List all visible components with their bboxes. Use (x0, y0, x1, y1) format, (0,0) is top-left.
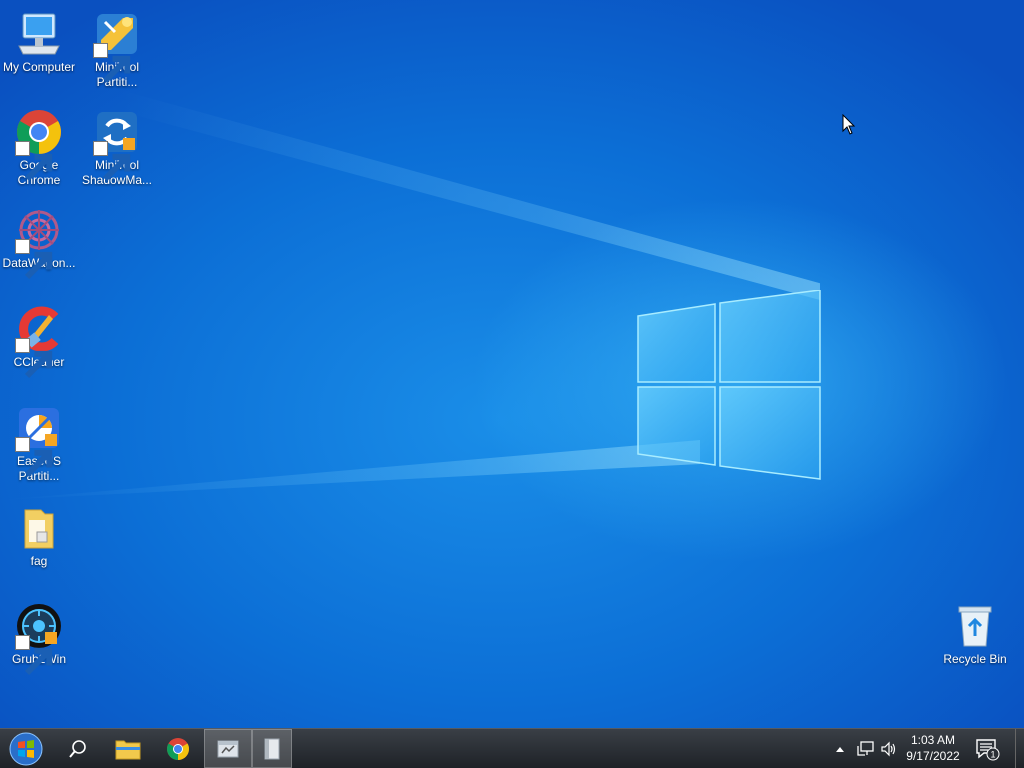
clock-time: 1:03 AM (910, 733, 956, 747)
easeus-partition-icon (15, 404, 63, 478)
light-beam (120, 90, 820, 300)
light-beam (0, 440, 700, 500)
document-icon (264, 738, 280, 759)
desktop-icon-datawagon[interactable]: DataWagon... (0, 206, 78, 280)
notification-icon: 1 (976, 738, 1000, 760)
datawagon-icon (15, 206, 63, 280)
desktop-icon-grub2win[interactable]: Grub2Win (0, 602, 78, 676)
grub2win-icon (15, 602, 63, 676)
windows-logo-wallpaper (637, 290, 821, 480)
windows-orb-icon (9, 732, 43, 765)
mouse-cursor-icon (842, 114, 856, 135)
speaker-icon (881, 741, 896, 756)
shortcut-arrow-icon (15, 635, 53, 676)
computer-icon (15, 10, 63, 58)
shortcut-arrow-icon (15, 239, 53, 280)
ccleaner-icon (15, 305, 63, 379)
shortcut-arrow-icon (15, 338, 53, 379)
volume-tray-button[interactable] (878, 729, 900, 768)
shortcut-arrow-icon (15, 437, 53, 478)
network-tray-button[interactable] (854, 729, 876, 768)
taskbar-app-document[interactable] (252, 729, 292, 768)
search-button[interactable] (54, 729, 102, 768)
recycle-bin-icon (951, 602, 999, 650)
folder-icon (15, 504, 63, 552)
clock[interactable]: 1:03 AM 9/17/2022 (898, 732, 968, 764)
clock-date: 9/17/2022 (906, 749, 960, 763)
minitool-shadowmaker-icon (93, 108, 141, 182)
desktop-icon-easeus-partition[interactable]: EaseUS Partiti... (0, 404, 78, 484)
desktop-icon-my-computer[interactable]: My Computer (0, 10, 78, 75)
app-window-icon (217, 740, 239, 757)
taskbar-file-explorer[interactable] (104, 729, 152, 768)
icon-label: fag (30, 554, 48, 568)
desktop-icon-minitool-shadowmaker[interactable]: MiniTool ShadowMa... (78, 108, 156, 188)
folder-icon (115, 740, 141, 759)
desktop-icon-fag-folder[interactable]: fag (0, 504, 78, 569)
desktop-icon-minitool-partition[interactable]: MiniTool Partiti... (78, 10, 156, 90)
shortcut-arrow-icon (93, 141, 131, 182)
show-hidden-icons-button[interactable] (832, 729, 848, 768)
taskbar-app-window[interactable] (204, 729, 252, 768)
desktop-icon-ccleaner[interactable]: CCleaner (0, 305, 78, 379)
search-icon (69, 739, 86, 758)
network-icon (857, 740, 874, 756)
chevron-up-icon (836, 746, 844, 752)
show-desktop-button[interactable] (1015, 729, 1024, 768)
icon-label: Recycle Bin (943, 652, 1007, 666)
chrome-icon (15, 108, 63, 182)
icon-label: My Computer (2, 60, 76, 74)
action-center-button[interactable]: 1 (972, 729, 1002, 768)
chrome-icon (167, 737, 189, 760)
minitool-partition-icon (93, 10, 141, 84)
desktop-icon-recycle-bin[interactable]: Recycle Bin (936, 602, 1014, 667)
taskbar: 1:03 AM 9/17/2022 1 (0, 728, 1024, 768)
shortcut-arrow-icon (15, 141, 53, 182)
desktop[interactable]: My Computer MiniTool Partiti... Google C… (0, 0, 1024, 728)
shortcut-arrow-icon (93, 43, 131, 84)
start-button[interactable] (2, 729, 50, 768)
notification-count: 1 (990, 749, 995, 759)
desktop-icon-google-chrome[interactable]: Google Chrome (0, 108, 78, 188)
taskbar-chrome[interactable] (154, 729, 202, 768)
